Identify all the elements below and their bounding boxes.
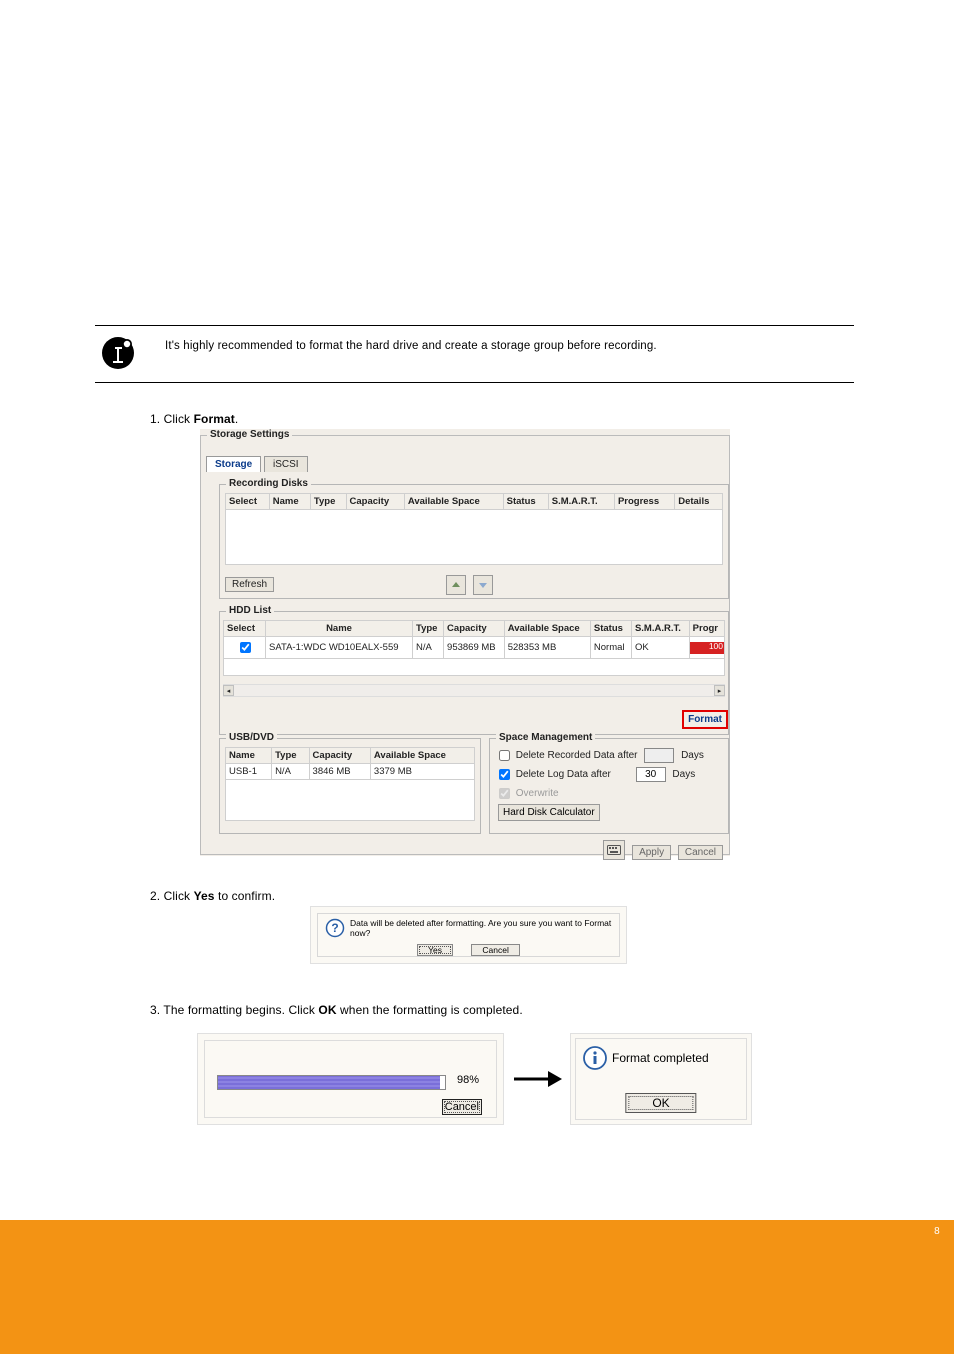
confirm-cancel-button[interactable]: Cancel	[471, 944, 519, 956]
rd-col-available[interactable]: Available Space	[404, 494, 503, 510]
hard-disk-calculator-button[interactable]: Hard Disk Calculator	[498, 804, 600, 821]
rd-col-capacity[interactable]: Capacity	[346, 494, 404, 510]
recording-disks-legend: Recording Disks	[226, 478, 311, 489]
usb-col-available[interactable]: Available Space	[370, 748, 474, 764]
hdd-row-available: 528353 MB	[504, 637, 590, 659]
storage-settings-title: Storage Settings	[207, 429, 292, 440]
svg-text:?: ?	[331, 921, 338, 935]
arrow-right-icon	[512, 1067, 562, 1096]
hdd-col-status[interactable]: Status	[590, 621, 631, 637]
hdd-row-status: Normal	[590, 637, 631, 659]
move-up-button[interactable]	[446, 575, 466, 595]
hdd-list-table: Select Name Type Capacity Available Spac…	[223, 620, 725, 659]
rd-col-name[interactable]: Name	[269, 494, 310, 510]
delete-recorded-label: Delete Recorded Data after	[516, 750, 638, 761]
rd-col-progress[interactable]: Progress	[614, 494, 674, 510]
hdd-col-progress[interactable]: Progr	[689, 621, 724, 637]
hdd-row-type: N/A	[413, 637, 444, 659]
tab-bar: Storage iSCSI	[206, 456, 308, 472]
recording-disks-table: Select Name Type Capacity Available Spac…	[225, 493, 723, 510]
step-2: 2. Click Yes to confirm.	[150, 889, 275, 903]
apply-button[interactable]: Apply	[632, 845, 671, 860]
format-button[interactable]: Format	[682, 710, 728, 729]
usb-col-type[interactable]: Type	[272, 748, 309, 764]
rd-col-details[interactable]: Details	[675, 494, 723, 510]
overwrite-checkbox	[499, 788, 510, 799]
hdd-row-capacity: 953869 MB	[444, 637, 505, 659]
confirm-yes-button[interactable]: Yes	[417, 944, 453, 956]
rd-col-status[interactable]: Status	[503, 494, 548, 510]
tab-iscsi[interactable]: iSCSI	[264, 456, 308, 472]
recording-disks-body-empty	[225, 510, 723, 565]
delete-recorded-input	[644, 748, 674, 763]
move-down-button[interactable]	[473, 575, 493, 595]
hdd-col-smart[interactable]: S.M.A.R.T.	[631, 621, 689, 637]
usb-dvd-legend: USB/DVD	[226, 732, 277, 743]
progress-percent: 98%	[457, 1074, 479, 1086]
step-3: 3. The formatting begins. Click OK when …	[150, 1003, 523, 1017]
space-mgmt-legend: Space Management	[496, 732, 595, 743]
footer: 8	[0, 1220, 954, 1354]
delete-recorded-unit: Days	[681, 750, 704, 761]
hdd-row-smart: OK	[631, 637, 689, 659]
usb-col-name[interactable]: Name	[226, 748, 272, 764]
hdd-col-type[interactable]: Type	[413, 621, 444, 637]
usb-row-available: 3379 MB	[370, 764, 474, 780]
hdd-horizontal-scrollbar[interactable]: ◂ ▸	[223, 684, 725, 697]
keyboard-icon[interactable]	[603, 840, 625, 860]
hdd-row-progress-bar: 100	[690, 642, 724, 654]
delete-log-checkbox[interactable]	[499, 769, 510, 780]
storage-settings-figure: Storage Settings Storage iSCSI Recording…	[200, 429, 730, 856]
usb-row[interactable]: USB-1 N/A 3846 MB 3379 MB	[226, 764, 475, 780]
hdd-row-progress-value: 100	[709, 641, 723, 651]
usb-row-capacity: 3846 MB	[309, 764, 370, 780]
complete-ok-button[interactable]: OK	[625, 1093, 696, 1113]
hdd-col-capacity[interactable]: Capacity	[444, 621, 505, 637]
rd-col-type[interactable]: Type	[310, 494, 346, 510]
confirm-dialog-figure: ? Data will be deleted after formatting.…	[310, 906, 627, 964]
page-number: 8	[934, 1226, 940, 1237]
delete-recorded-checkbox[interactable]	[499, 750, 510, 761]
info-dialog-icon	[582, 1045, 608, 1076]
hdd-list-legend: HDD List	[226, 605, 274, 616]
progress-bar-fill	[218, 1076, 440, 1089]
overwrite-label: Overwrite	[516, 788, 559, 799]
usb-row-type: N/A	[272, 764, 309, 780]
format-complete-figure: Format completed OK	[570, 1033, 752, 1125]
complete-message: Format completed	[612, 1051, 709, 1065]
hdd-col-available[interactable]: Available Space	[504, 621, 590, 637]
progress-cancel-button[interactable]: Cancel	[442, 1099, 482, 1115]
refresh-button[interactable]: Refresh	[225, 577, 274, 592]
progress-bar	[217, 1075, 446, 1090]
action-bar: Apply Cancel	[603, 840, 723, 860]
usb-row-name: USB-1	[226, 764, 272, 780]
usb-col-capacity[interactable]: Capacity	[309, 748, 370, 764]
step-1: 1. Click Format.	[150, 412, 238, 426]
cancel-button[interactable]: Cancel	[678, 845, 723, 860]
scroll-left-icon[interactable]: ◂	[223, 685, 234, 696]
delete-log-input[interactable]	[636, 767, 666, 782]
confirm-message: Data will be deleted after formatting. A…	[350, 918, 619, 938]
delete-log-unit: Days	[672, 769, 695, 780]
tab-storage[interactable]: Storage	[206, 456, 261, 472]
format-progress-figure: 98% Cancel	[197, 1033, 504, 1125]
info-text: It's highly recommended to format the ha…	[165, 340, 657, 352]
hdd-row-name: SATA-1:WDC WD10EALX-559	[266, 637, 413, 659]
rd-col-smart[interactable]: S.M.A.R.T.	[548, 494, 614, 510]
info-icon	[98, 333, 138, 378]
hdd-row[interactable]: SATA-1:WDC WD10EALX-559 N/A 953869 MB 52…	[224, 637, 725, 659]
usb-dvd-table: Name Type Capacity Available Space USB-1…	[225, 747, 475, 780]
delete-log-label: Delete Log Data after	[516, 769, 611, 780]
hdd-col-name[interactable]: Name	[266, 621, 413, 637]
hdd-col-select[interactable]: Select	[224, 621, 266, 637]
hdd-row-select-checkbox[interactable]	[240, 642, 251, 653]
rd-col-select[interactable]: Select	[226, 494, 270, 510]
scroll-right-icon[interactable]: ▸	[714, 685, 725, 696]
